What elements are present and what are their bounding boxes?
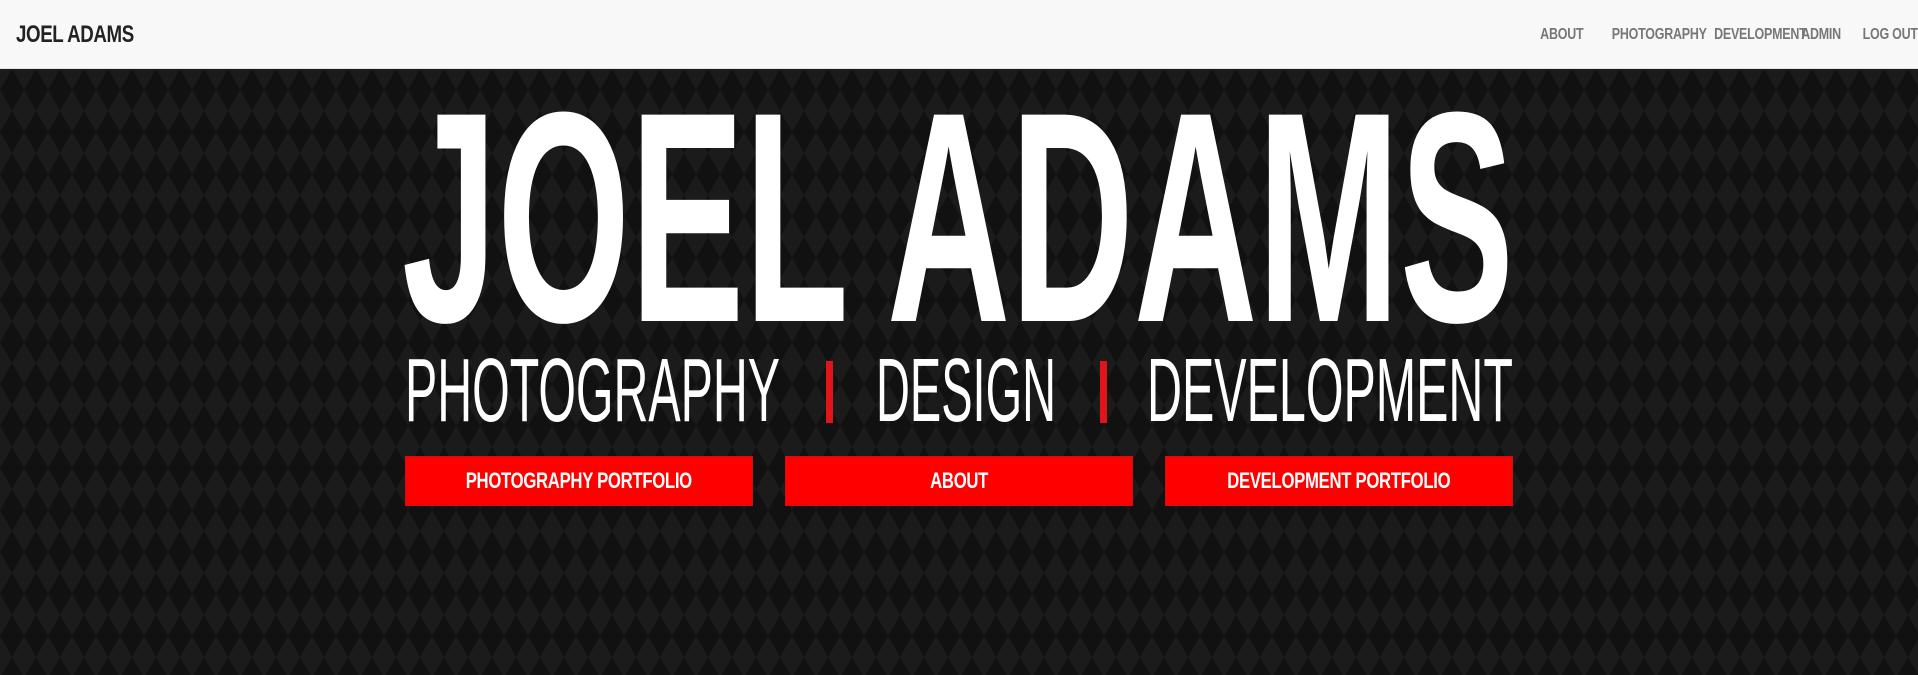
tagline-development: DEVELOPMENT — [1147, 351, 1513, 427]
tagline-separator-2 — [1100, 361, 1107, 423]
development-portfolio-label: DEVELOPMENT PORTFOLIO — [1227, 468, 1451, 493]
photography-portfolio-label: PHOTOGRAPHY PORTFOLIO — [465, 468, 693, 493]
tagline-photography: PHOTOGRAPHY — [405, 351, 780, 427]
hero-title-text: JOEL ADAMS — [402, 98, 1514, 338]
nav-development[interactable]: DEVELOPMENT — [1714, 23, 1807, 47]
nav-about[interactable]: ABOUT — [1540, 23, 1583, 47]
hero-section: JOEL ADAMS PHOTOGRAPHY DESIGN DEVELOPMEN… — [0, 69, 1918, 675]
tagline-design: DESIGN — [876, 351, 1056, 427]
brand-link[interactable]: JOEL ADAMS — [16, 19, 134, 51]
photography-portfolio-button[interactable]: PHOTOGRAPHY PORTFOLIO — [405, 456, 753, 506]
top-navbar: JOEL ADAMS ABOUT PHOTOGRAPHY DEVELOPMENT… — [0, 0, 1918, 69]
nav-logout[interactable]: LOG OUT — [1863, 23, 1918, 47]
development-portfolio-button[interactable]: DEVELOPMENT PORTFOLIO — [1165, 456, 1513, 506]
about-label: ABOUT — [930, 468, 988, 493]
nav-photography[interactable]: PHOTOGRAPHY — [1612, 23, 1707, 47]
about-button[interactable]: ABOUT — [785, 456, 1133, 506]
hero-title: JOEL ADAMS — [402, 98, 1516, 338]
hero-tagline: PHOTOGRAPHY DESIGN DEVELOPMENT — [405, 351, 1515, 427]
tagline-separator-1 — [826, 361, 833, 423]
nav-admin[interactable]: ADMIN — [1801, 23, 1841, 47]
nav-links: ABOUT PHOTOGRAPHY DEVELOPMENT ADMIN LOG … — [1525, 23, 1918, 47]
